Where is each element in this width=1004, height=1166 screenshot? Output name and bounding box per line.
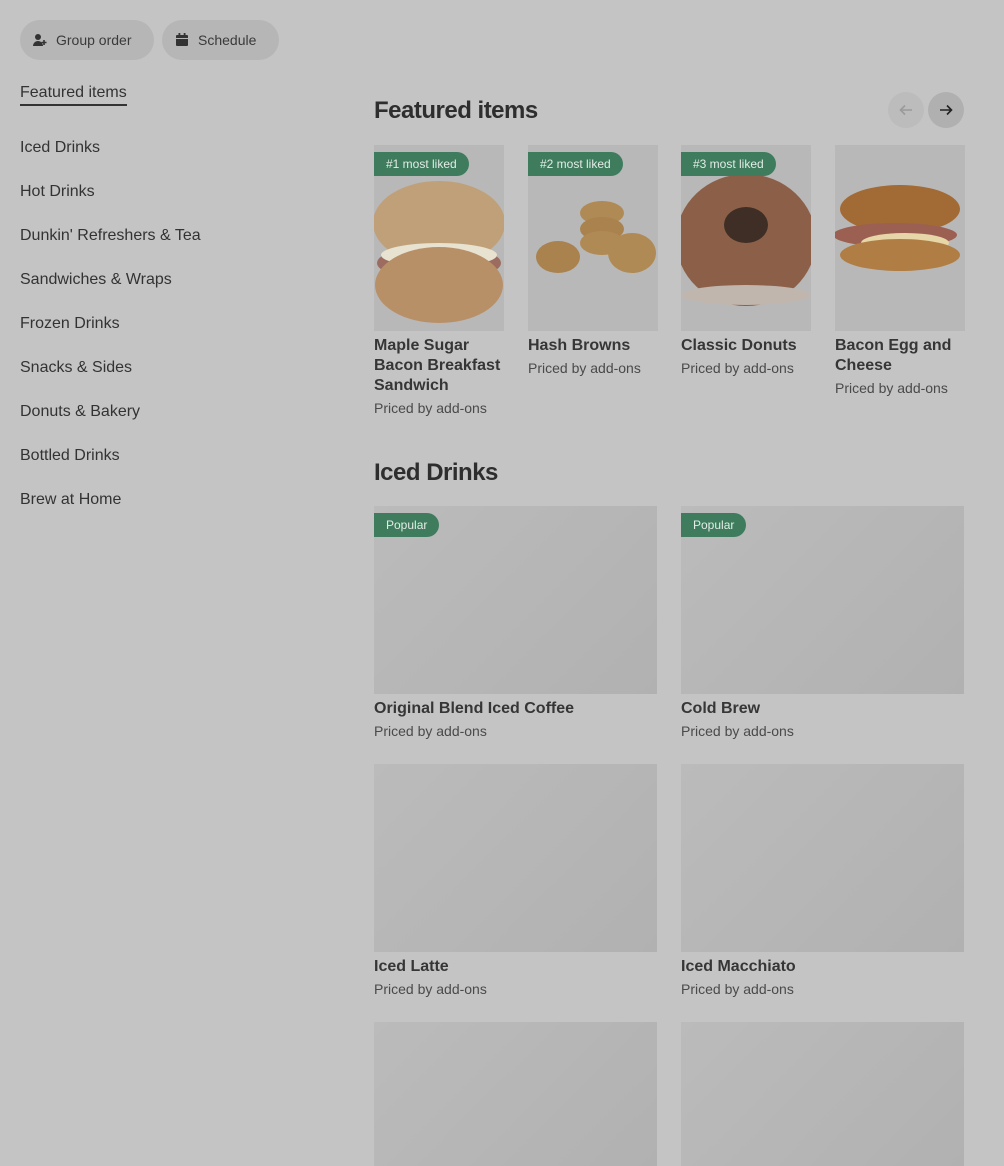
rank-badge: #1 most liked xyxy=(374,152,469,176)
featured-card[interactable]: Bacon Egg and Cheese Priced by add-ons xyxy=(835,145,965,396)
item-price: Priced by add-ons xyxy=(835,380,948,396)
item-price: Priced by add-ons xyxy=(374,723,487,739)
featured-card[interactable]: #2 most liked Hash Browns Priced by add-… xyxy=(528,145,658,376)
nav-item-label: Donuts & Bakery xyxy=(20,403,141,420)
iced-drinks-section-title: Iced Drinks xyxy=(374,459,498,486)
featured-card[interactable]: #1 most liked Maple Sugar Bacon Breakfas… xyxy=(374,145,504,416)
item-image-placeholder xyxy=(681,1022,964,1166)
menu-item-card[interactable]: Popular Original Blend Iced Coffee Price… xyxy=(374,506,657,739)
menu-item-card[interactable]: Iced Macchiato Priced by add-ons xyxy=(681,764,964,997)
nav-item-snacks-sides[interactable]: Snacks & Sides xyxy=(20,346,320,390)
rank-badge: #3 most liked xyxy=(681,152,776,176)
nav-item-label: Iced Drinks xyxy=(20,139,101,156)
nav-item-featured-items[interactable]: Featured items xyxy=(20,82,320,108)
item-name: Hash Browns xyxy=(528,337,631,354)
item-image-bagel xyxy=(835,145,965,331)
nav-item-donuts-bakery[interactable]: Donuts & Bakery xyxy=(20,390,320,434)
item-image-placeholder xyxy=(374,1022,657,1166)
item-image-placeholder: Popular xyxy=(374,506,657,694)
popular-badge: Popular xyxy=(374,513,440,537)
featured-card[interactable]: #3 most liked Classic Donuts Priced by a… xyxy=(681,145,811,376)
item-name: Original Blend Iced Coffee xyxy=(374,700,575,717)
item-name: Cold Brew xyxy=(681,700,761,717)
rank-badge: #2 most liked xyxy=(528,152,623,176)
menu-item-card[interactable] xyxy=(681,1022,964,1166)
item-price: Priced by add-ons xyxy=(681,981,794,997)
person-add-icon xyxy=(32,32,48,48)
calendar-icon xyxy=(174,32,190,48)
item-name: Bacon Egg and Cheese xyxy=(835,337,952,374)
item-image-sandwich: #1 most liked xyxy=(374,145,504,331)
popular-badge: Popular xyxy=(681,513,747,537)
item-name: Maple Sugar Bacon Breakfast Sandwich xyxy=(374,337,501,394)
item-price: Priced by add-ons xyxy=(681,360,794,376)
arrow-right-icon xyxy=(940,104,953,116)
item-name: Classic Donuts xyxy=(681,337,797,354)
nav-item-label: Featured items xyxy=(20,84,127,106)
menu-item-card[interactable]: Iced Latte Priced by add-ons xyxy=(374,764,657,997)
item-name: Iced Latte xyxy=(374,958,449,975)
nav-item-sandwiches-wraps[interactable]: Sandwiches & Wraps xyxy=(20,258,320,302)
item-image-placeholder: Popular xyxy=(681,506,964,694)
item-price: Priced by add-ons xyxy=(374,981,487,997)
nav-item-bottled-drinks[interactable]: Bottled Drinks xyxy=(20,434,320,478)
item-price: Priced by add-ons xyxy=(374,400,487,416)
nav-item-label: Sandwiches & Wraps xyxy=(20,271,172,288)
nav-item-label: Hot Drinks xyxy=(20,183,95,200)
group-order-label: Group order xyxy=(56,32,132,48)
item-image-placeholder xyxy=(681,764,964,952)
item-image-hash-browns: #2 most liked xyxy=(528,145,658,331)
nav-item-refreshers-tea[interactable]: Dunkin' Refreshers & Tea xyxy=(20,214,320,258)
nav-item-frozen-drinks[interactable]: Frozen Drinks xyxy=(20,302,320,346)
nav-item-label: Dunkin' Refreshers & Tea xyxy=(20,227,201,244)
menu-item-card[interactable] xyxy=(374,1022,657,1166)
item-price: Priced by add-ons xyxy=(681,723,794,739)
item-image-donut: #3 most liked xyxy=(681,145,811,331)
schedule-button[interactable]: Schedule xyxy=(162,20,279,60)
item-price: Priced by add-ons xyxy=(528,360,641,376)
nav-item-label: Frozen Drinks xyxy=(20,315,120,332)
nav-item-iced-drinks[interactable]: Iced Drinks xyxy=(20,126,320,170)
item-name: Iced Macchiato xyxy=(681,958,796,975)
nav-item-label: Snacks & Sides xyxy=(20,359,133,376)
carousel-next-button[interactable] xyxy=(928,92,964,128)
arrow-left-icon xyxy=(899,104,912,116)
nav-item-brew-at-home[interactable]: Brew at Home xyxy=(20,478,320,522)
nav-item-hot-drinks[interactable]: Hot Drinks xyxy=(20,170,320,214)
item-image-placeholder xyxy=(374,764,657,952)
schedule-label: Schedule xyxy=(198,32,257,48)
carousel-prev-button[interactable] xyxy=(888,92,924,128)
group-order-button[interactable]: Group order xyxy=(20,20,154,60)
nav-item-label: Bottled Drinks xyxy=(20,447,120,464)
menu-item-card[interactable]: Popular Cold Brew Priced by add-ons xyxy=(681,506,964,739)
category-nav: Featured items Iced Drinks Hot Drinks Du… xyxy=(20,80,320,522)
featured-section-title: Featured items xyxy=(374,97,538,124)
nav-item-label: Brew at Home xyxy=(20,491,122,508)
